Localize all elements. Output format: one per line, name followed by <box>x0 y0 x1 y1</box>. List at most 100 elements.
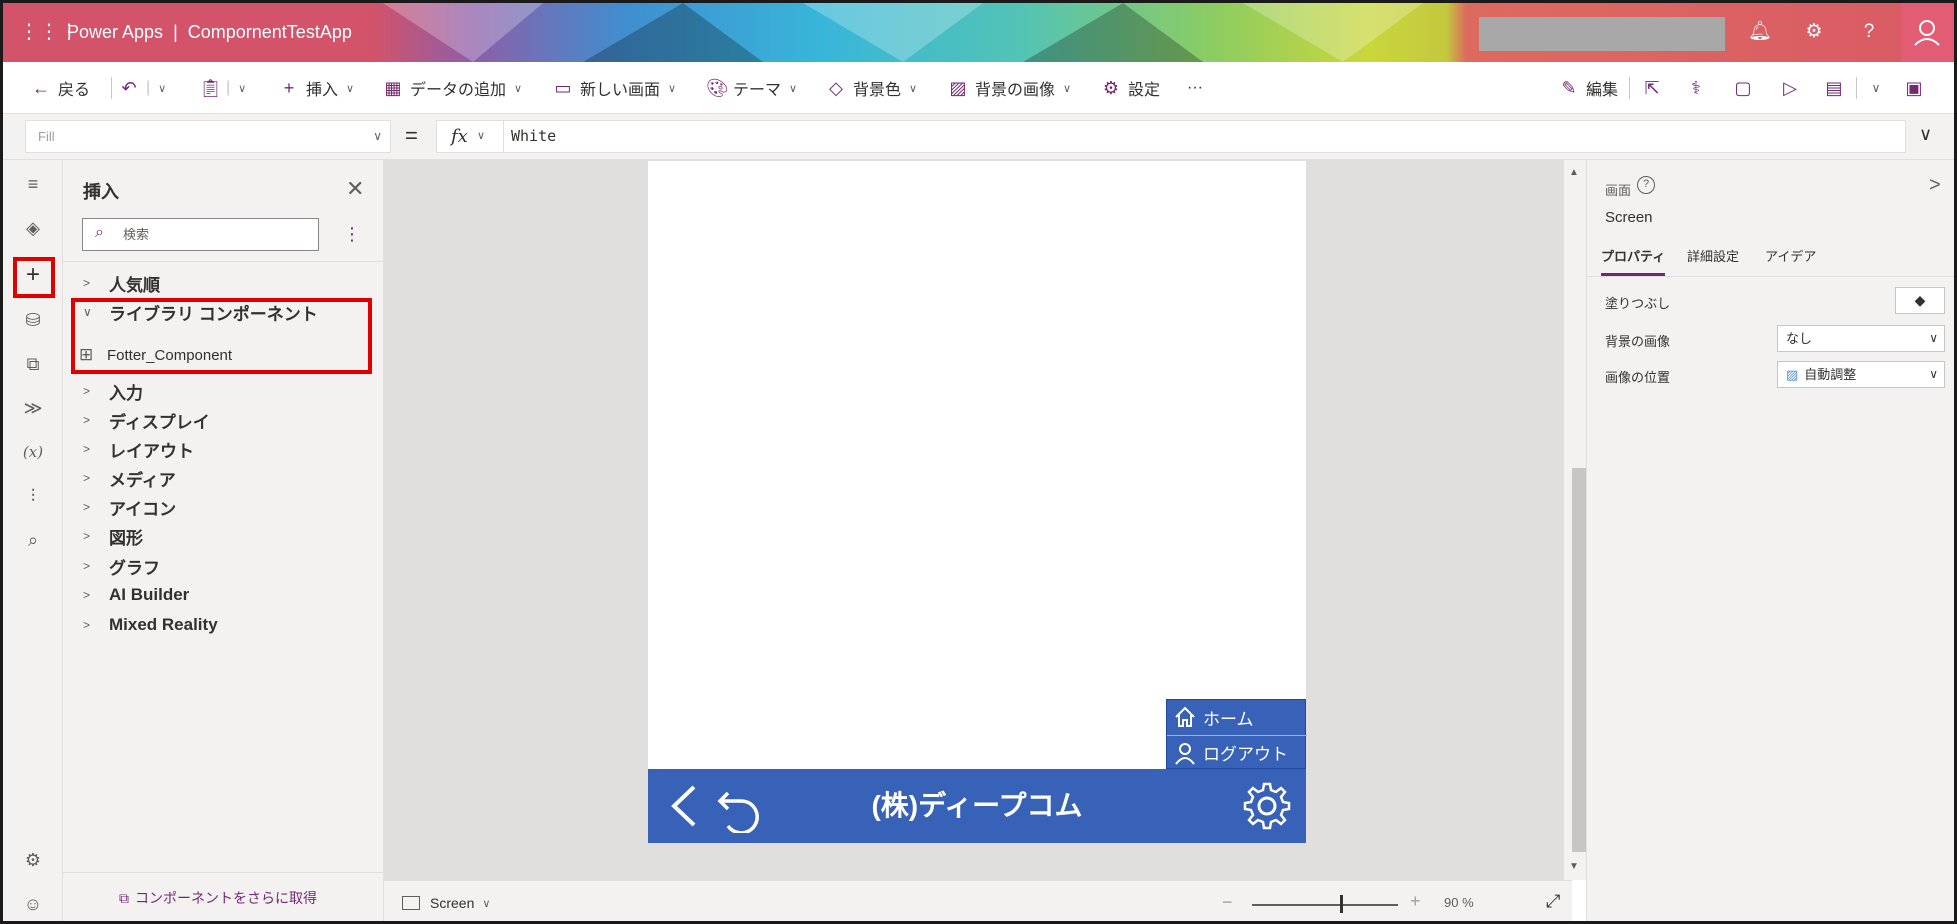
zoom-slider-thumb[interactable] <box>1339 895 1343 913</box>
chevron-right-icon: > <box>83 413 91 427</box>
image-icon: ▨ <box>949 77 967 98</box>
popup-menu: ホーム ログアウト <box>1166 699 1307 769</box>
app-screen[interactable]: ホーム ログアウト (株)ディープコム <box>648 161 1307 843</box>
paste-button[interactable]: 📋︎ | ∨ <box>199 62 246 114</box>
fx-divider <box>503 121 504 152</box>
database-icon[interactable]: ⛁ <box>17 304 49 336</box>
project-name[interactable]: CompornentTestApp <box>188 22 352 42</box>
search-input[interactable]: ⌕ 検索 <box>82 218 319 251</box>
help-icon[interactable]: ? <box>1856 19 1882 45</box>
more-button[interactable]: ··· <box>1187 62 1203 114</box>
category-popular[interactable]: > 人気順 <box>83 268 160 298</box>
menu-item-logout[interactable]: ログアウト <box>1167 735 1307 769</box>
hamburger-icon[interactable]: ≡ <box>17 168 49 200</box>
app-checker-icon[interactable]: ⚕ <box>1683 75 1709 101</box>
formula-text[interactable]: White <box>511 121 556 152</box>
category-shapes[interactable]: > 図形 <box>83 521 143 551</box>
back-button[interactable]: ← 戻る <box>31 62 90 114</box>
layers-icon[interactable]: ◈ <box>17 212 49 244</box>
advanced-tools-icon[interactable]: ⫶ <box>17 480 49 512</box>
status-bar: Screen ∨ − + 90 % ⤢ <box>384 880 1572 921</box>
fx-icon[interactable]: fx <box>451 121 468 152</box>
formula-input[interactable]: fx ∨ White <box>436 120 1906 153</box>
screen-selector[interactable]: Screen ∨ <box>402 881 490 921</box>
comment-icon[interactable]: ▢ <box>1730 75 1756 101</box>
chevron-right-icon: > <box>83 384 91 398</box>
chevron-right-icon: > <box>83 588 91 602</box>
category-label: レイアウト <box>109 441 194 461</box>
scrollbar-thumb[interactable] <box>1572 468 1586 852</box>
tab-advanced[interactable]: 詳細設定 <box>1687 246 1739 276</box>
edit-button[interactable]: ✎ 編集 <box>1559 62 1618 114</box>
fit-to-window-icon[interactable]: ⤢ <box>1546 891 1560 912</box>
category-label: グラフ <box>109 558 160 578</box>
fill-color-picker[interactable]: ◆ <box>1895 287 1945 314</box>
command-bar: ← 戻る ↶ | ∨ 📋︎ | ∨ + 挿入 ∨ ▦ データの追加 ∨ ▭ 新しい画面 ∨ 🎨︎ テーマ… <box>3 62 1954 114</box>
scroll-up-icon[interactable]: ▲ <box>1569 167 1579 178</box>
category-media[interactable]: > メディア <box>83 463 176 493</box>
category-charts[interactable]: > グラフ <box>83 551 160 581</box>
background-image-dropdown[interactable]: なし ∨ <box>1777 325 1945 352</box>
category-display[interactable]: > ディスプレイ <box>83 405 210 435</box>
media-icon[interactable]: ⧉ <box>17 348 49 380</box>
footer-component[interactable]: (株)ディープコム <box>648 769 1306 843</box>
fill-label: 塗りつぶし <box>1605 296 1671 311</box>
chevron-right-icon: > <box>83 618 91 632</box>
background-image-value: なし <box>1786 331 1813 346</box>
settings-icon[interactable]: ⚙ <box>17 844 49 876</box>
play-icon[interactable]: ▷ <box>1777 75 1803 101</box>
paste-separator: | <box>226 79 231 96</box>
publish-icon[interactable]: ▣ <box>1901 75 1927 101</box>
variables-icon[interactable]: (x) <box>17 436 49 468</box>
tab-ideas[interactable]: アイデア <box>1765 246 1816 276</box>
component-add-icon: ⧉ <box>119 890 129 906</box>
expand-formula-icon[interactable]: ∨ <box>1919 124 1932 145</box>
theme-button[interactable]: 🎨︎ テーマ ∨ <box>706 62 797 114</box>
virtual-agent-icon[interactable]: ☺ <box>17 888 49 920</box>
category-ai-builder[interactable]: > AI Builder <box>83 580 189 610</box>
add-data-button[interactable]: ▦ データの追加 ∨ <box>383 62 522 114</box>
more-icon: ··· <box>1187 79 1203 96</box>
get-more-components-link[interactable]: ⧉ コンポーネントをさらに取得 <box>119 888 317 908</box>
pane-title: 挿入 <box>83 182 119 202</box>
pane-footer: ⧉ コンポーネントをさらに取得 <box>63 872 383 921</box>
new-screen-button[interactable]: ▭ 新しい画面 ∨ <box>553 62 676 114</box>
undo-button[interactable]: ↶ | ∨ <box>119 62 166 114</box>
chevron-down-icon: ∨ <box>158 82 167 95</box>
gear-icon[interactable] <box>1242 781 1292 831</box>
save-icon[interactable]: ▤ <box>1821 75 1847 101</box>
settings-label: 設定 <box>1128 82 1161 99</box>
close-icon[interactable]: ✕ <box>346 176 364 202</box>
category-layout[interactable]: > レイアウト <box>83 434 194 464</box>
chevron-right-icon[interactable]: > <box>1929 174 1941 197</box>
category-input[interactable]: > 入力 <box>83 376 143 406</box>
chevron-down-icon[interactable]: ∨ <box>1863 75 1889 101</box>
chevron-down-icon[interactable]: ∨ <box>477 121 485 152</box>
account-button[interactable] <box>1901 3 1954 62</box>
environment-selector[interactable] <box>1479 17 1725 51</box>
kebab-menu-icon[interactable]: ⋮ <box>343 224 361 245</box>
zoom-out-button[interactable]: − <box>1222 892 1233 913</box>
new-screen-icon: ▭ <box>554 77 572 98</box>
category-icons[interactable]: > アイコン <box>83 492 176 522</box>
bell-icon[interactable]: 🔔︎ <box>1747 19 1773 45</box>
help-icon[interactable]: ? <box>1637 176 1655 194</box>
zoom-in-button[interactable]: + <box>1410 891 1421 912</box>
settings-button[interactable]: ⚙ 設定 <box>1101 62 1160 114</box>
category-mixed-reality[interactable]: > Mixed Reality <box>83 610 218 640</box>
search-icon[interactable]: ⌕ <box>17 524 49 556</box>
insert-button[interactable]: + 挿入 ∨ <box>279 62 354 114</box>
tab-properties[interactable]: プロパティ <box>1601 246 1666 276</box>
background-color-button[interactable]: ◇ 背景色 ∨ <box>826 62 917 114</box>
zoom-value: 90 % <box>1444 895 1474 910</box>
image-position-dropdown[interactable]: ▨ 自動調整 ∨ <box>1777 361 1945 388</box>
zoom-slider[interactable] <box>1252 904 1398 906</box>
power-automate-icon[interactable]: ≫ <box>17 392 49 424</box>
scroll-down-icon[interactable]: ▼ <box>1569 861 1579 872</box>
background-image-button[interactable]: ▨ 背景の画像 ∨ <box>948 62 1071 114</box>
gear-icon[interactable]: ⚙ <box>1801 19 1827 45</box>
menu-item-home[interactable]: ホーム <box>1167 700 1307 734</box>
app-launcher-icon[interactable]: ⋮⋮⋮ <box>19 20 79 44</box>
property-selector[interactable]: Fill ∨ <box>25 120 391 153</box>
share-icon[interactable]: ⇱ <box>1639 75 1665 101</box>
